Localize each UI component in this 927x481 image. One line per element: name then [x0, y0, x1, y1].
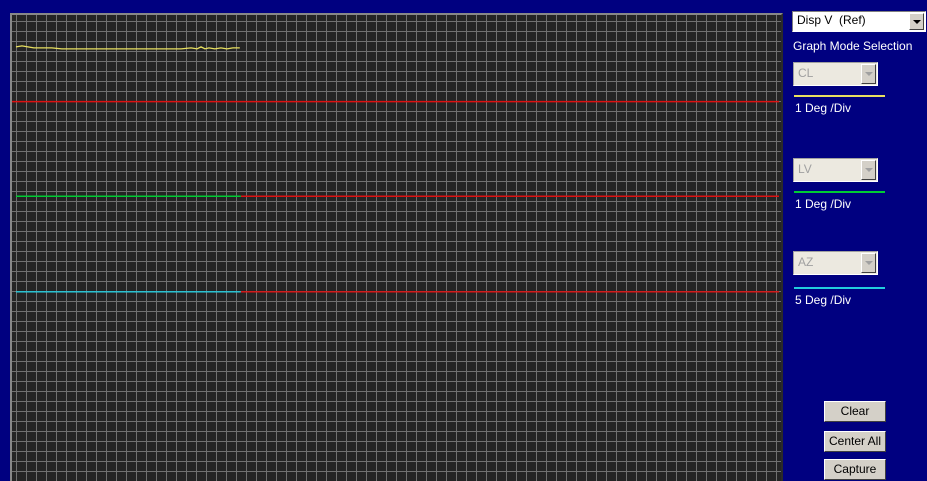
az-mode-value: AZ — [798, 255, 814, 269]
display-select-value: Disp V (Ref) — [797, 13, 866, 27]
lv-scale-label: 1 Deg /Div — [795, 197, 852, 211]
cl-trace — [15, 45, 240, 50]
lv-mode-value: LV — [798, 162, 812, 176]
lv-mode-dropdown-button[interactable] — [861, 160, 876, 180]
display-select[interactable]: Disp V (Ref) — [792, 11, 926, 32]
graph-mode-title: Graph Mode Selection — [793, 39, 913, 53]
lv-mode-select[interactable]: LV — [793, 158, 878, 182]
cl-scale-label: 1 Deg /Div — [795, 101, 852, 115]
capture-button[interactable]: Capture — [824, 459, 886, 480]
cl-mode-dropdown-button[interactable] — [861, 64, 876, 84]
display-select-dropdown-button[interactable] — [909, 13, 924, 30]
chevron-down-icon — [912, 19, 921, 24]
az-scale-label: 5 Deg /Div — [795, 293, 852, 307]
cl-mode-select[interactable]: CL — [793, 62, 878, 86]
clear-button[interactable]: Clear — [824, 401, 886, 422]
cl-color-swatch — [794, 95, 885, 97]
graph-plot-area — [10, 13, 783, 481]
graph-traces — [12, 45, 780, 293]
control-panel: Disp V (Ref) Graph Mode Selection CL 1 D… — [786, 0, 927, 481]
lv-color-swatch — [794, 191, 885, 193]
cl-mode-value: CL — [798, 66, 814, 80]
az-mode-select[interactable]: AZ — [793, 251, 878, 275]
az-color-swatch — [794, 287, 885, 289]
chevron-down-icon — [864, 261, 873, 265]
az-mode-dropdown-button[interactable] — [861, 253, 876, 273]
chevron-down-icon — [864, 168, 873, 172]
chevron-down-icon — [864, 72, 873, 76]
center-all-button[interactable]: Center All — [824, 431, 886, 452]
